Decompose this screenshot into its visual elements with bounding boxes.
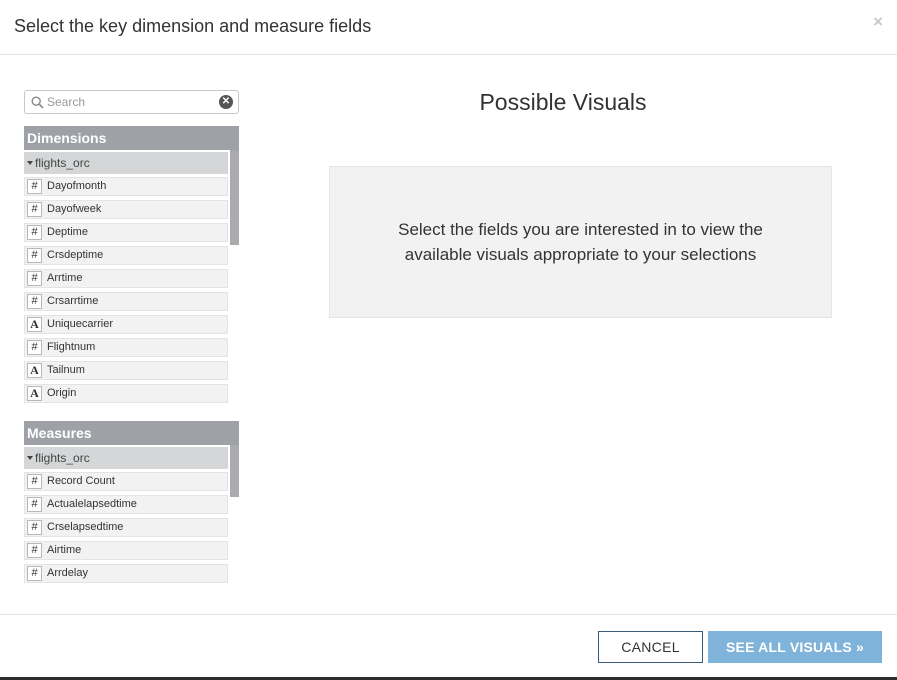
numeric-type-icon: #: [27, 566, 42, 581]
search-icon: [31, 96, 44, 109]
field-item-airtime[interactable]: # Airtime: [24, 541, 228, 560]
possible-visuals-title: Possible Visuals: [479, 89, 647, 115]
numeric-type-icon: #: [27, 179, 42, 194]
cancel-button[interactable]: CANCEL: [598, 631, 703, 663]
dimensions-group-label: flights_orc: [35, 156, 90, 170]
clear-search-icon[interactable]: ✕: [219, 95, 233, 109]
field-item-flightnum[interactable]: # Flightnum: [24, 338, 228, 357]
field-label: Origin: [47, 387, 77, 399]
field-item-deptime[interactable]: # Deptime: [24, 223, 228, 242]
visuals-info-box: Select the fields you are interested in …: [329, 166, 832, 318]
field-item-tailnum[interactable]: A Tailnum: [24, 361, 228, 380]
field-item-crsarrtime[interactable]: # Crsarrtime: [24, 292, 228, 311]
measures-header: Measures: [24, 421, 239, 445]
dimensions-header: Dimensions: [24, 126, 239, 150]
field-label: Crsarrtime: [47, 295, 99, 307]
text-type-icon: A: [27, 317, 42, 332]
numeric-type-icon: #: [27, 248, 42, 263]
field-label: Deptime: [47, 226, 88, 238]
field-label: Flightnum: [47, 341, 96, 353]
text-type-icon: A: [27, 386, 42, 401]
dimensions-scrollbar[interactable]: [230, 150, 239, 404]
numeric-type-icon: #: [27, 520, 42, 535]
numeric-type-icon: #: [27, 202, 42, 217]
field-label: Arrdelay: [47, 567, 88, 579]
field-item-arrtime[interactable]: # Arrtime: [24, 269, 228, 288]
caret-down-icon: [27, 160, 33, 165]
field-label: Uniquecarrier: [47, 318, 114, 330]
dimensions-scroll-thumb[interactable]: [230, 150, 239, 245]
numeric-type-icon: #: [27, 271, 42, 286]
field-label: Crsdeptime: [47, 249, 104, 261]
field-item-origin[interactable]: A Origin: [24, 384, 228, 403]
numeric-type-icon: #: [27, 225, 42, 240]
see-all-visuals-button[interactable]: SEE ALL VISUALS »: [708, 631, 882, 663]
field-label: Dayofmonth: [47, 180, 107, 192]
field-item-dayofmonth[interactable]: # Dayofmonth: [24, 177, 228, 196]
close-icon[interactable]: ×: [873, 12, 883, 32]
field-label: Airtime: [47, 544, 82, 556]
field-label: Dayofweek: [47, 203, 102, 215]
field-item-dayofweek[interactable]: # Dayofweek: [24, 200, 228, 219]
measures-group-label: flights_orc: [35, 451, 90, 465]
dimensions-field-list: # Dayofmonth # Dayofweek # Deptime # Crs…: [24, 177, 228, 407]
search-input[interactable]: [47, 93, 215, 111]
modal-header: Select the key dimension and measure fie…: [0, 0, 897, 55]
field-item-arrdelay[interactable]: # Arrdelay: [24, 564, 228, 583]
search-box: ✕: [24, 90, 239, 114]
field-label: Actualelapsedtime: [47, 498, 137, 510]
numeric-type-icon: #: [27, 543, 42, 558]
dimensions-group-toggle[interactable]: flights_orc: [24, 152, 228, 174]
text-type-icon: A: [27, 363, 42, 378]
measures-scrollbar[interactable]: [230, 445, 239, 585]
measures-field-list: # Record Count # Actualelapsedtime # Crs…: [24, 472, 228, 587]
field-item-record-count[interactable]: # Record Count: [24, 472, 228, 491]
caret-down-icon: [27, 455, 33, 460]
field-label: Arrtime: [47, 272, 83, 284]
measures-group-toggle[interactable]: flights_orc: [24, 447, 228, 469]
field-item-crsdeptime[interactable]: # Crsdeptime: [24, 246, 228, 265]
modal-title: Select the key dimension and measure fie…: [14, 16, 372, 36]
field-label: Record Count: [47, 475, 115, 487]
numeric-type-icon: #: [27, 474, 42, 489]
visuals-info-message: Select the fields you are interested in …: [398, 220, 763, 264]
numeric-type-icon: #: [27, 340, 42, 355]
measures-scroll-thumb[interactable]: [230, 445, 239, 497]
numeric-type-icon: #: [27, 294, 42, 309]
field-label: Tailnum: [47, 364, 85, 376]
numeric-type-icon: #: [27, 497, 42, 512]
field-item-uniquecarrier[interactable]: A Uniquecarrier: [24, 315, 228, 334]
field-item-actualelapsedtime[interactable]: # Actualelapsedtime: [24, 495, 228, 514]
field-label: Crselapsedtime: [47, 521, 124, 533]
field-item-crselapsedtime[interactable]: # Crselapsedtime: [24, 518, 228, 537]
